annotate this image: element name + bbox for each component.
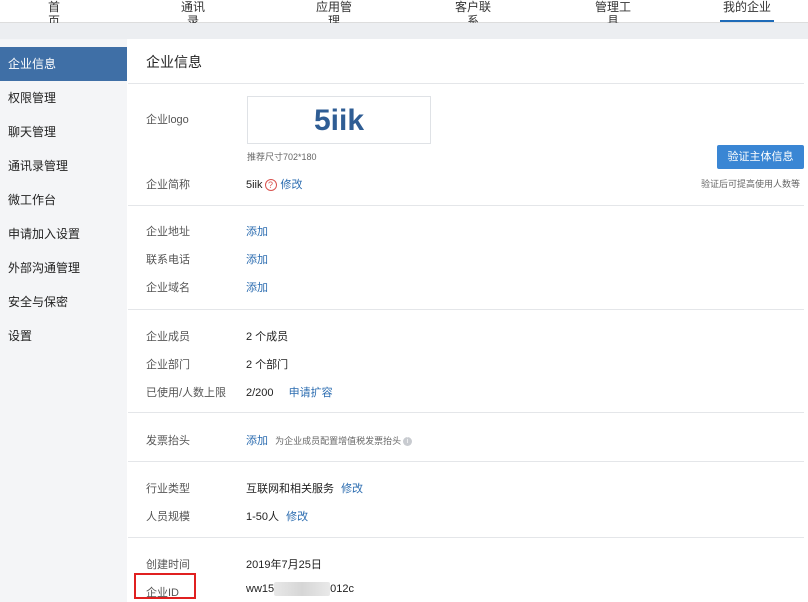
add-invoice-link[interactable]: 添加 xyxy=(246,435,268,447)
sidebar-item-security[interactable]: 安全与保密 xyxy=(0,285,127,319)
sidebar-item-company-info[interactable]: 企业信息 xyxy=(0,47,127,81)
nav-my-company[interactable]: 我的企业 xyxy=(720,0,774,22)
usage-label: 已使用/人数上限 xyxy=(146,387,227,399)
divider xyxy=(128,205,804,206)
corp-id-suffix: 012c xyxy=(330,582,354,595)
corp-id-row: ww15 012c xyxy=(246,582,354,596)
departments-label: 企业部门 xyxy=(146,359,190,371)
nav-management-tools[interactable]: 管理工具 xyxy=(590,0,636,28)
members-label: 企业成员 xyxy=(146,331,190,343)
add-domain-link[interactable]: 添加 xyxy=(246,279,268,295)
created-label: 创建时间 xyxy=(146,559,190,571)
divider xyxy=(128,309,804,310)
verify-entity-button[interactable]: 验证主体信息 xyxy=(717,145,804,169)
nav-customer-contact[interactable]: 客户联系 xyxy=(450,0,496,28)
nav-home[interactable]: 首页 xyxy=(43,0,65,28)
sidebar: 企业信息 权限管理 聊天管理 通讯录管理 微工作台 申请加入设置 外部沟通管理 … xyxy=(0,39,127,602)
scale-value: 1-50人 xyxy=(246,511,280,523)
sidebar-item-workbench[interactable]: 微工作台 xyxy=(0,183,127,217)
sidebar-item-external-comm[interactable]: 外部沟通管理 xyxy=(0,251,127,285)
sidebar-item-settings[interactable]: 设置 xyxy=(0,319,127,353)
industry-label: 行业类型 xyxy=(146,483,190,495)
main-panel: 企业信息 企业logo 5iik 推荐尺寸702*180 验证主体信息 验证后可… xyxy=(128,39,808,602)
request-expansion-link[interactable]: 申请扩容 xyxy=(289,387,333,399)
invoice-label: 发票抬头 xyxy=(146,435,190,447)
short-name-value: 5iik xyxy=(246,179,263,191)
scale-label: 人员规模 xyxy=(146,511,190,523)
sidebar-item-permissions[interactable]: 权限管理 xyxy=(0,81,127,115)
domain-label: 企业域名 xyxy=(146,282,190,294)
header-divider-bar xyxy=(0,23,808,39)
members-value: 2 个成员 xyxy=(246,331,289,343)
address-label: 企业地址 xyxy=(146,226,190,238)
add-address-link[interactable]: 添加 xyxy=(246,223,268,239)
divider xyxy=(128,412,804,413)
highlight-box xyxy=(134,573,196,599)
usage-row: 2/200 申请扩容 xyxy=(246,384,333,400)
divider xyxy=(128,83,804,84)
divider xyxy=(128,537,804,538)
usage-value: 2/200 xyxy=(246,387,274,399)
phone-label: 联系电话 xyxy=(146,254,190,266)
short-name-label: 企业简称 xyxy=(146,179,190,191)
industry-row: 互联网和相关服务 修改 xyxy=(246,480,363,496)
add-phone-link[interactable]: 添加 xyxy=(246,251,268,267)
logo-label: 企业logo xyxy=(146,114,189,126)
scale-row: 1-50人 修改 xyxy=(246,508,308,524)
verify-hint: 验证后可提高使用人数等 xyxy=(701,179,801,189)
nav-contacts[interactable]: 通讯录 xyxy=(176,0,210,28)
logo-size-hint: 推荐尺寸702*180 xyxy=(247,152,317,162)
redacted-blur xyxy=(274,582,331,596)
nav-app-management[interactable]: 应用管理 xyxy=(311,0,357,28)
edit-industry-link[interactable]: 修改 xyxy=(341,483,363,495)
top-nav: 首页 通讯录 应用管理 客户联系 管理工具 我的企业 xyxy=(0,0,808,28)
help-icon[interactable]: ? xyxy=(264,179,277,192)
info-icon[interactable]: i xyxy=(403,436,413,446)
sidebar-item-join-settings[interactable]: 申请加入设置 xyxy=(0,217,127,251)
industry-value: 互联网和相关服务 xyxy=(246,483,334,495)
company-logo[interactable]: 5iik xyxy=(247,96,431,144)
sidebar-item-chat[interactable]: 聊天管理 xyxy=(0,115,127,149)
corp-id-prefix: ww15 xyxy=(246,582,275,595)
edit-scale-link[interactable]: 修改 xyxy=(286,511,308,523)
invoice-row: 添加 为企业成员配置增值税发票抬头 i xyxy=(246,432,413,448)
logo-text: 5iik xyxy=(313,104,365,137)
created-value: 2019年7月25日 xyxy=(246,559,322,571)
edit-short-name-link[interactable]: 修改 xyxy=(281,179,303,191)
short-name-row: 5iik? 修改 xyxy=(246,176,303,192)
page-title: 企业信息 xyxy=(146,54,202,70)
divider xyxy=(128,461,804,462)
sidebar-item-contacts[interactable]: 通讯录管理 xyxy=(0,149,127,183)
invoice-hint: 为企业成员配置增值税发票抬头 xyxy=(275,436,402,446)
departments-value: 2 个部门 xyxy=(246,359,289,371)
